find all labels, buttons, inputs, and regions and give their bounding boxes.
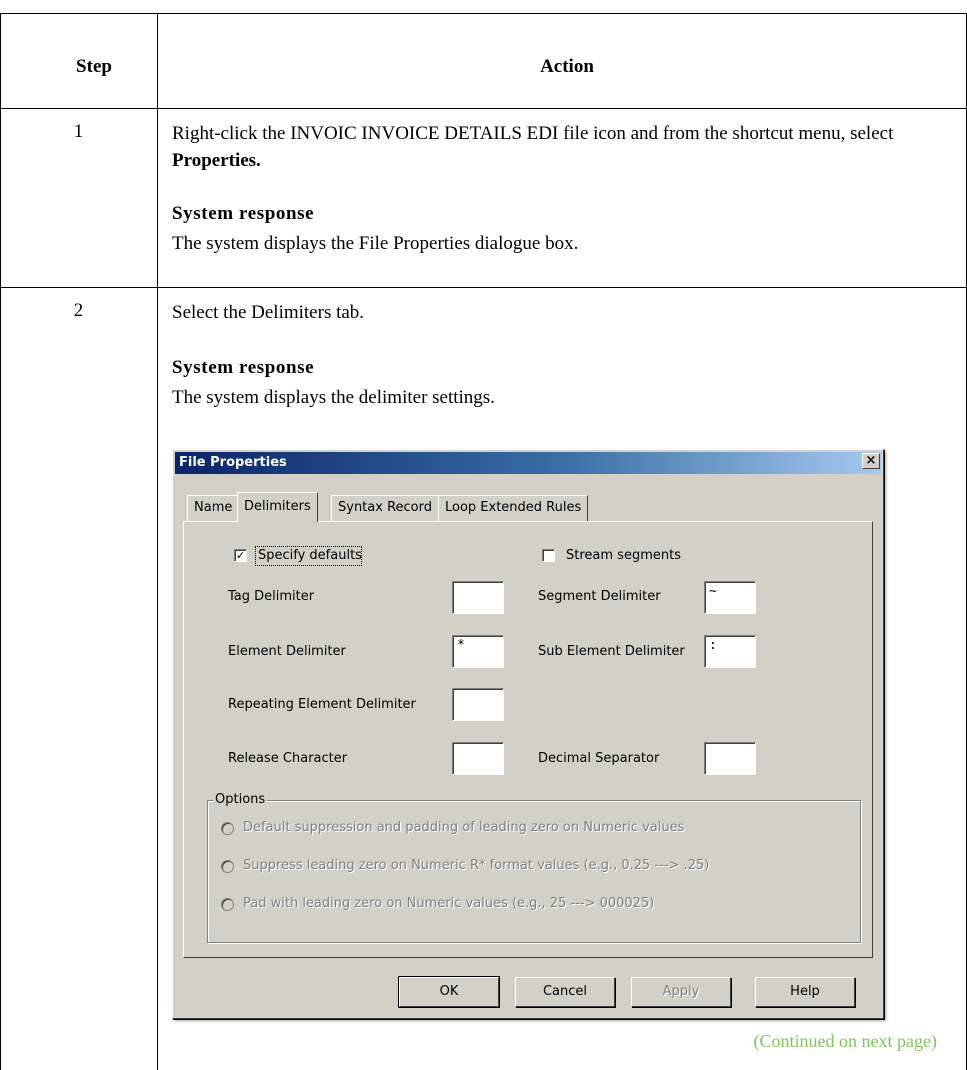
step-number: 1 <box>73 121 84 142</box>
step-instruction: Right-click the INVOIC INVOICE DETAILS E… <box>172 120 962 174</box>
options-title: Options <box>213 792 268 807</box>
header-step: Step <box>76 56 112 77</box>
specify-defaults-checkbox[interactable]: ✓ <box>234 549 247 562</box>
stream-segments-checkbox[interactable] <box>542 549 555 562</box>
option-label: Pad with leading zero on Numeric values … <box>243 896 655 911</box>
table-row-rule <box>0 287 967 288</box>
specify-defaults-label[interactable]: Specify defaults <box>258 548 362 563</box>
tag-delimiter-label: Tag Delimiter <box>228 589 315 604</box>
sub-element-delimiter-field[interactable]: : <box>704 635 756 668</box>
element-delimiter-label: Element Delimiter <box>228 644 346 659</box>
file-properties-dialog: File Properties × Name Delimiters Syntax… <box>172 449 884 1019</box>
segment-delimiter-field[interactable]: ~ <box>704 581 756 614</box>
tab-delimiters[interactable]: Delimiters <box>237 492 318 522</box>
response-text: The system displays the delimiter settin… <box>172 387 495 408</box>
repeating-element-delimiter-label: Repeating Element Delimiter <box>228 697 416 712</box>
decimal-separator-field[interactable] <box>704 742 756 775</box>
step-instruction-text: Right-click the INVOIC INVOICE DETAILS E… <box>172 123 894 144</box>
step-number: 2 <box>73 300 84 321</box>
response-text: The system displays the File Properties … <box>172 233 579 254</box>
segment-delimiter-label: Segment Delimiter <box>538 589 661 604</box>
table-top-rule <box>0 13 967 14</box>
repeating-element-delimiter-field[interactable] <box>452 688 504 721</box>
tag-delimiter-field[interactable] <box>452 581 504 614</box>
step-instruction-bold: Properties. <box>172 150 261 171</box>
tab-syntax-record[interactable]: Syntax Record <box>331 495 439 521</box>
apply-button[interactable]: Apply <box>631 977 731 1007</box>
decimal-separator-label: Decimal Separator <box>538 751 660 766</box>
dialog-title: File Properties <box>179 455 287 470</box>
header-action: Action <box>540 56 594 77</box>
response-title: System response <box>172 203 315 224</box>
close-icon[interactable]: × <box>862 453 880 469</box>
element-delimiter-field[interactable]: * <box>452 635 504 668</box>
stream-segments-label[interactable]: Stream segments <box>566 548 681 563</box>
release-character-label: Release Character <box>228 751 348 766</box>
option-label: Suppress leading zero on Numeric R* form… <box>243 858 710 873</box>
sub-element-delimiter-label: Sub Element Delimiter <box>538 644 685 659</box>
option-radio[interactable] <box>221 860 234 873</box>
table-left-rule <box>0 13 1 1070</box>
release-character-field[interactable] <box>452 742 504 775</box>
option-radio[interactable] <box>221 822 234 835</box>
tab-loop-extended-rules[interactable]: Loop Extended Rules <box>438 495 589 521</box>
dialog-titlebar[interactable]: File Properties <box>175 452 881 474</box>
help-button[interactable]: Help <box>755 977 855 1007</box>
option-label: Default suppression and padding of leadi… <box>243 820 685 835</box>
continued-note: (Continued on next page) <box>753 1031 937 1051</box>
tab-name[interactable]: Name <box>187 495 240 521</box>
response-title: System response <box>172 357 315 378</box>
ok-button[interactable]: OK <box>398 976 500 1008</box>
table-header-rule <box>0 108 967 109</box>
cancel-button[interactable]: Cancel <box>515 977 615 1007</box>
step-instruction: Select the Delimiters tab. <box>172 302 365 323</box>
table-column-rule <box>157 13 158 1070</box>
option-radio[interactable] <box>221 898 234 911</box>
